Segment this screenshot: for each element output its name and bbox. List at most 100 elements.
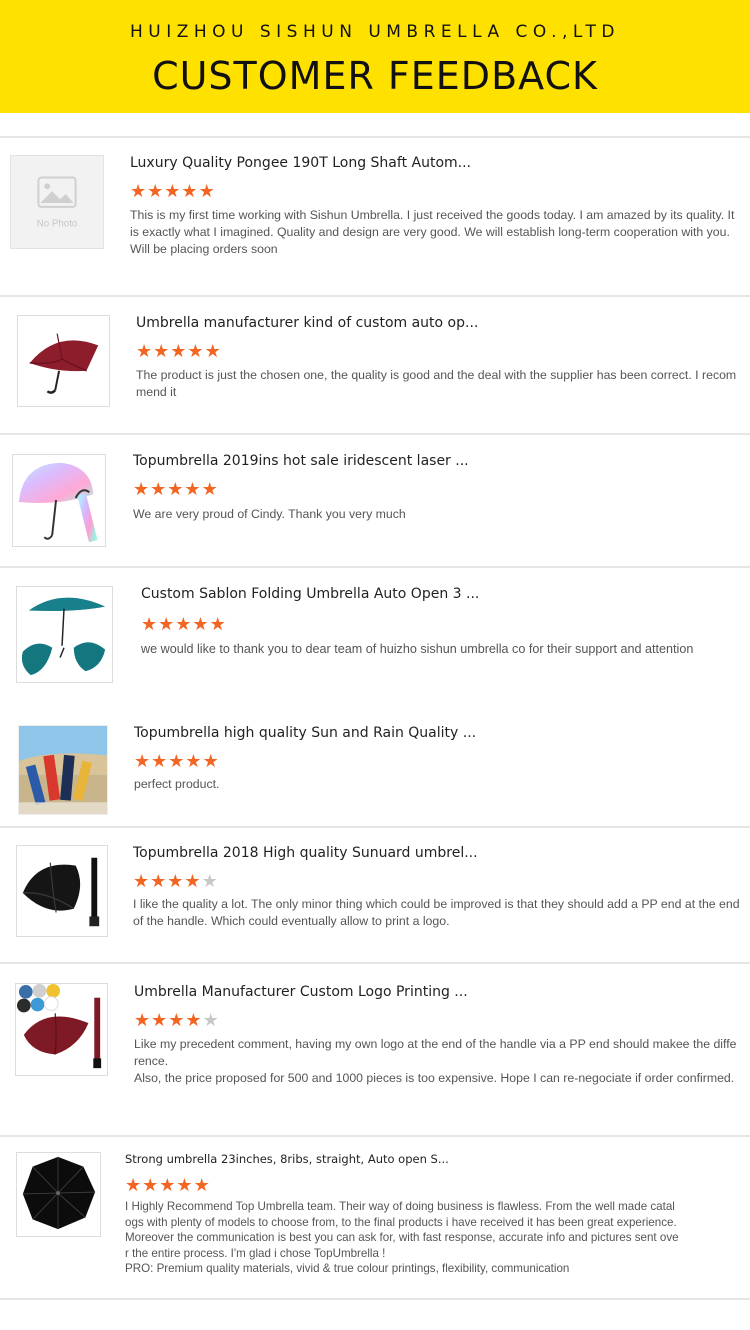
star-filled-icon: ★: [170, 341, 188, 361]
divider: [0, 566, 750, 568]
no-photo-label: No Photo: [37, 218, 78, 229]
star-filled-icon: ★: [201, 479, 219, 499]
review-text: Like my precedent comment, having my own…: [134, 1036, 740, 1087]
burgundy-golf-umbrella-image: [16, 984, 102, 1069]
star-filled-icon: ★: [204, 341, 222, 361]
review-text-line: This is my first time working with Sishu…: [130, 208, 735, 256]
star-filled-icon: ★: [202, 751, 220, 771]
product-title[interactable]: Umbrella Manufacturer Custom Logo Printi…: [134, 984, 468, 1000]
star-filled-icon: ★: [153, 341, 171, 361]
product-title[interactable]: Umbrella manufacturer kind of custom aut…: [136, 315, 478, 331]
product-thumbnail[interactable]: [16, 845, 108, 937]
star-filled-icon: ★: [151, 1010, 169, 1030]
star-filled-icon: ★: [185, 1010, 203, 1030]
star-filled-icon: ★: [168, 1010, 186, 1030]
iridescent-umbrella-image: [18, 462, 98, 543]
review-text: I like the quality a lot. The only minor…: [133, 896, 741, 930]
star-filled-icon: ★: [184, 479, 202, 499]
colorful-umbrellas-image: [19, 726, 107, 814]
star-filled-icon: ★: [151, 751, 169, 771]
star-filled-icon: ★: [142, 1175, 160, 1195]
black-golf-umbrella-image: [22, 857, 100, 927]
star-empty-icon: ★: [202, 1010, 220, 1030]
review-text: I Highly Recommend Top Umbrella team. Th…: [125, 1199, 680, 1277]
product-title[interactable]: Strong umbrella 23inches, 8ribs, straigh…: [125, 1152, 449, 1166]
star-rating: ★★★★★: [125, 1176, 211, 1194]
star-filled-icon: ★: [150, 479, 168, 499]
star-filled-icon: ★: [187, 341, 205, 361]
star-filled-icon: ★: [193, 1175, 211, 1195]
divider: [0, 962, 750, 964]
product-thumbnail[interactable]: [17, 315, 110, 407]
star-filled-icon: ★: [184, 871, 202, 891]
divider: [0, 826, 750, 828]
star-rating: ★★★★★: [133, 872, 219, 890]
star-rating: ★★★★★: [133, 480, 219, 498]
product-thumbnail[interactable]: [16, 586, 113, 683]
company-name: HUIZHOU SISHUN UMBRELLA CO.,LTD: [129, 22, 620, 42]
star-rating: ★★★★★: [136, 342, 222, 360]
review-text: perfect product.: [134, 776, 740, 793]
review-text-line: I Highly Recommend Top Umbrella team. Th…: [125, 1200, 679, 1260]
star-filled-icon: ★: [209, 614, 227, 634]
review-text-line: Also, the price proposed for 500 and 100…: [134, 1071, 735, 1085]
product-title[interactable]: Custom Sablon Folding Umbrella Auto Open…: [141, 586, 479, 602]
star-filled-icon: ★: [168, 751, 186, 771]
star-filled-icon: ★: [181, 181, 199, 201]
divider: [0, 1298, 750, 1300]
star-rating: ★★★★★: [134, 752, 220, 770]
review-text: The product is just the chosen one, the …: [136, 367, 740, 401]
review-text-line: We are very proud of Cindy. Thank you ve…: [133, 507, 406, 521]
review-text: We are very proud of Cindy. Thank you ve…: [133, 506, 740, 523]
star-filled-icon: ★: [133, 479, 151, 499]
product-thumbnail[interactable]: [18, 725, 108, 815]
star-filled-icon: ★: [185, 751, 203, 771]
star-rating: ★★★★★: [134, 1011, 220, 1029]
divider: [0, 433, 750, 435]
product-title[interactable]: Topumbrella high quality Sun and Rain Qu…: [134, 725, 476, 741]
star-empty-icon: ★: [201, 871, 219, 891]
star-filled-icon: ★: [176, 1175, 194, 1195]
star-filled-icon: ★: [133, 871, 151, 891]
page-title: CUSTOMER FEEDBACK: [152, 54, 598, 98]
star-filled-icon: ★: [134, 751, 152, 771]
star-filled-icon: ★: [158, 614, 176, 634]
review-text-line: PRO: Premium quality materials, vivid & …: [125, 1262, 570, 1275]
star-filled-icon: ★: [167, 871, 185, 891]
teal-folding-umbrella-image: [21, 597, 106, 676]
review-text-line: perfect product.: [134, 777, 220, 791]
divider: [0, 136, 750, 138]
review-text-line: Like my precedent comment, having my own…: [134, 1037, 737, 1068]
product-thumbnail[interactable]: [12, 454, 106, 547]
divider: [0, 295, 750, 297]
product-title[interactable]: Luxury Quality Pongee 190T Long Shaft Au…: [130, 155, 471, 171]
product-title[interactable]: Topumbrella 2018 High quality Sunuard um…: [133, 845, 478, 861]
product-thumbnail[interactable]: [16, 1152, 101, 1237]
star-filled-icon: ★: [141, 614, 159, 634]
star-filled-icon: ★: [125, 1175, 143, 1195]
star-filled-icon: ★: [192, 614, 210, 634]
star-filled-icon: ★: [134, 1010, 152, 1030]
no-photo-icon: No Photo: [37, 176, 78, 229]
product-thumbnail[interactable]: [15, 983, 108, 1076]
star-filled-icon: ★: [130, 181, 148, 201]
review-text-line: I like the quality a lot. The only minor…: [133, 897, 740, 928]
star-filled-icon: ★: [147, 181, 165, 201]
star-filled-icon: ★: [159, 1175, 177, 1195]
star-filled-icon: ★: [175, 614, 193, 634]
divider: [0, 1135, 750, 1137]
product-thumbnail[interactable]: No Photo: [10, 155, 104, 249]
header-banner: HUIZHOU SISHUN UMBRELLA CO.,LTD CUSTOMER…: [0, 0, 750, 113]
review-text-line: The product is just the chosen one, the …: [136, 368, 737, 399]
star-rating: ★★★★★: [130, 182, 216, 200]
product-title[interactable]: Topumbrella 2019ins hot sale iridescent …: [133, 453, 469, 469]
star-filled-icon: ★: [150, 871, 168, 891]
star-filled-icon: ★: [167, 479, 185, 499]
star-filled-icon: ★: [198, 181, 216, 201]
review-text: we would like to thank you to dear team …: [141, 641, 741, 658]
star-filled-icon: ★: [164, 181, 182, 201]
star-filled-icon: ★: [136, 341, 154, 361]
star-rating: ★★★★★: [141, 615, 227, 633]
black-umbrella-top-view-image: [22, 1156, 96, 1230]
red-folding-umbrella-image: [29, 333, 99, 394]
